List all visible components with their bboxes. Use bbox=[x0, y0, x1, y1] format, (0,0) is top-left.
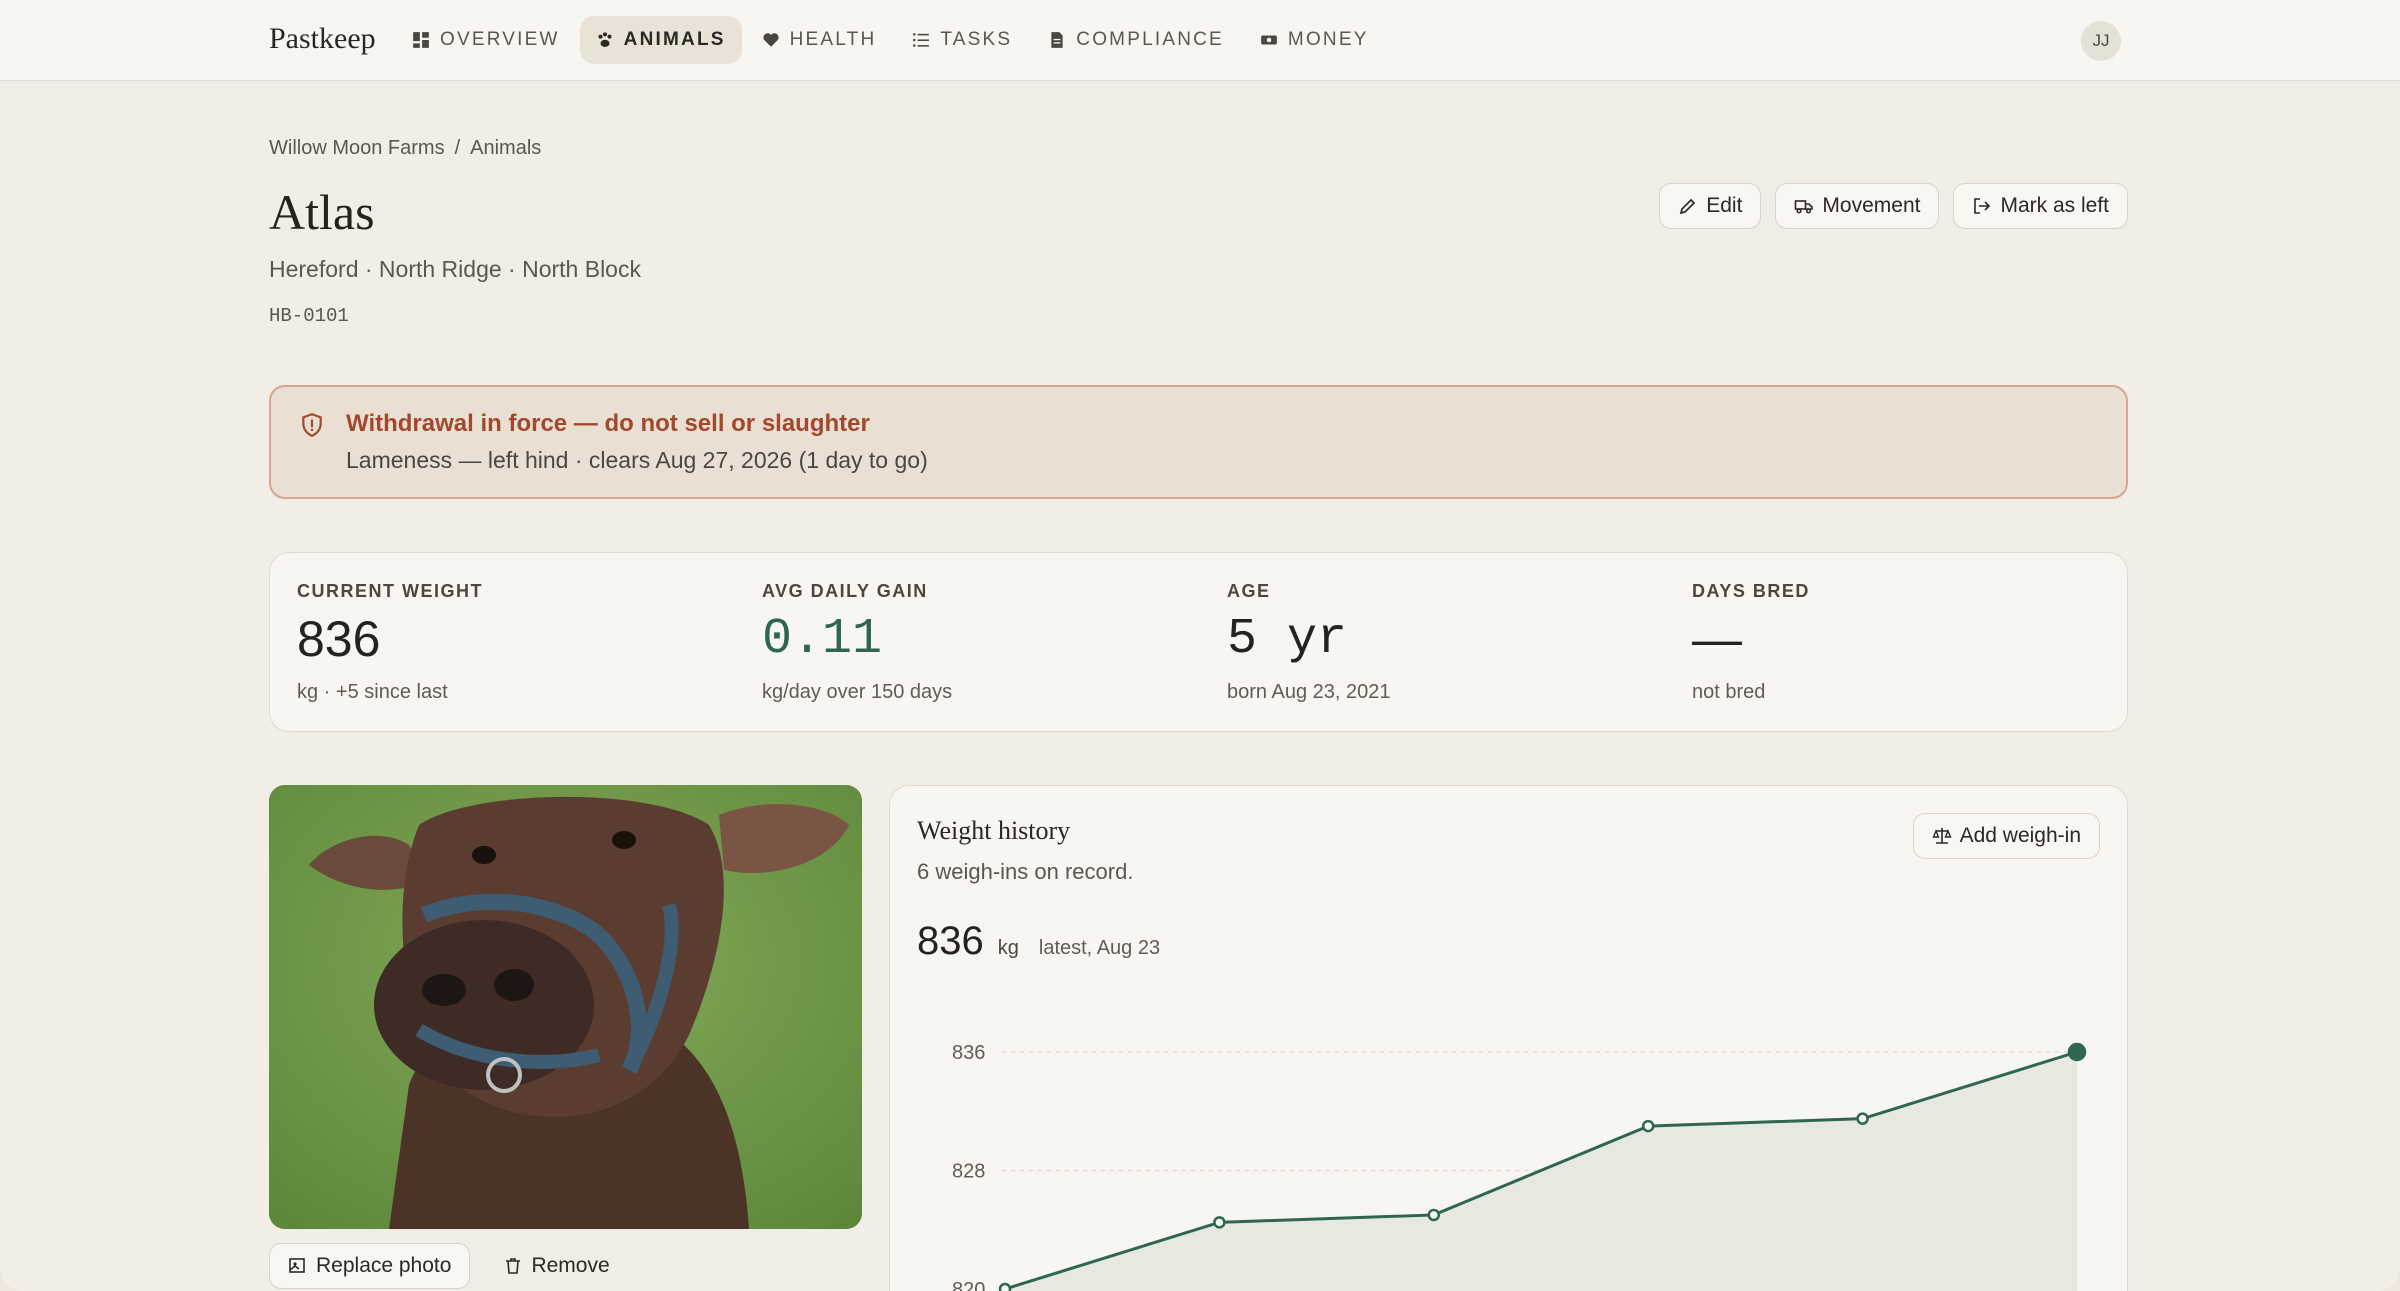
header-actions: Edit Movement Mark as left bbox=[1659, 183, 2128, 229]
document-icon bbox=[1051, 32, 1063, 48]
image-edit-icon bbox=[289, 1258, 305, 1273]
edit-button-label: Edit bbox=[1706, 194, 1743, 217]
nav-item-label: OVERVIEW bbox=[440, 29, 560, 50]
stat-sub: kg/day over 150 days bbox=[762, 681, 953, 703]
stat-label: DAYS BRED bbox=[1692, 581, 1810, 601]
app-frame: Pastkeep OVERVIEW ANIMALS HEALTH TASKS C… bbox=[0, 0, 2400, 1291]
breadcrumb: Willow Moon Farms / Animals bbox=[269, 137, 541, 160]
cash-icon bbox=[1261, 35, 1277, 45]
stat-label: AVG DAILY GAIN bbox=[762, 581, 928, 601]
replace-photo-label: Replace photo bbox=[316, 1254, 452, 1277]
animal-tag-id: HB-0101 bbox=[269, 305, 349, 327]
weight-history-chart: 836 828 820 bbox=[952, 1042, 2087, 1291]
mark-as-left-label: Mark as left bbox=[2000, 194, 2109, 217]
chart-point[interactable] bbox=[1856, 1112, 1869, 1125]
chart-point[interactable] bbox=[2067, 1042, 2087, 1062]
nav-item-animals[interactable]: ANIMALS bbox=[579, 16, 742, 64]
chart-point[interactable] bbox=[998, 1282, 1012, 1291]
nav-item-health[interactable]: HEALTH bbox=[746, 16, 893, 64]
movement-button[interactable]: Movement bbox=[1775, 183, 1940, 229]
nav-item-label: ANIMALS bbox=[623, 29, 726, 50]
stat-sub: kg · +5 since last bbox=[297, 681, 448, 703]
stat-avg-daily-gain: AVG DAILY GAIN 0.11 kg/day over 150 days bbox=[762, 581, 952, 704]
alert-text: Lameness — left hind · clears Aug 27, 20… bbox=[346, 447, 928, 473]
stat-label: AGE bbox=[1227, 581, 1271, 601]
movement-button-label: Movement bbox=[1822, 194, 1921, 217]
stat-current-weight: CURRENT WEIGHT 836 kg · +5 since last bbox=[297, 581, 483, 704]
shield-alert-icon bbox=[302, 413, 322, 438]
remove-photo-label: Remove bbox=[531, 1254, 610, 1277]
stat-value: 5 yr bbox=[1227, 611, 1348, 668]
user-avatar[interactable]: JJ bbox=[2081, 21, 2121, 61]
y-tick-label: 836 bbox=[952, 1042, 985, 1064]
page-title: Atlas bbox=[269, 184, 375, 240]
weight-history-card: Weight history 6 weigh-ins on record. Ad… bbox=[889, 785, 2128, 1291]
replace-photo-button[interactable]: Replace photo bbox=[269, 1243, 471, 1289]
nav-item-label: MONEY bbox=[1287, 29, 1369, 50]
animal-photo bbox=[269, 785, 862, 1229]
nav-item-overview[interactable]: OVERVIEW bbox=[396, 16, 576, 64]
stats-card: CURRENT WEIGHT 836 kg · +5 since last AV… bbox=[269, 552, 2128, 732]
nav-item-label: TASKS bbox=[940, 29, 1013, 50]
nav-item-compliance[interactable]: COMPLIANCE bbox=[1032, 16, 1240, 64]
dashboard-icon bbox=[413, 32, 429, 48]
exit-icon bbox=[1974, 198, 1991, 214]
breadcrumb-animals-link[interactable]: Animals bbox=[470, 137, 541, 160]
cow-photo-illustration bbox=[269, 785, 862, 1229]
withdrawal-alert: Withdrawal in force — do not sell or sla… bbox=[269, 385, 2128, 499]
animal-details: Hereford · North Ridge · North Block bbox=[269, 256, 641, 282]
heart-icon bbox=[763, 33, 779, 47]
pencil-icon bbox=[1680, 198, 1696, 215]
stat-sub: not bred bbox=[1692, 681, 1766, 703]
chart-point[interactable] bbox=[1213, 1216, 1226, 1229]
paw-icon bbox=[598, 32, 612, 47]
mark-as-left-button[interactable]: Mark as left bbox=[1953, 183, 2128, 229]
edit-button[interactable]: Edit bbox=[1659, 183, 1762, 229]
chart-point[interactable] bbox=[1427, 1208, 1441, 1222]
chart-point[interactable] bbox=[1641, 1119, 1655, 1133]
breadcrumb-farm-link[interactable]: Willow Moon Farms bbox=[269, 137, 445, 160]
truck-icon bbox=[1795, 200, 1814, 214]
photo-actions: Replace photo Remove bbox=[269, 1243, 629, 1289]
stat-value: 0.11 bbox=[762, 611, 883, 668]
top-nav: Pastkeep OVERVIEW ANIMALS HEALTH TASKS C… bbox=[0, 0, 2400, 81]
y-tick-label: 820 bbox=[952, 1279, 985, 1291]
trash-icon bbox=[506, 1258, 521, 1274]
list-icon bbox=[913, 33, 930, 47]
stat-label: CURRENT WEIGHT bbox=[297, 581, 483, 601]
stat-sub: born Aug 23, 2021 bbox=[1227, 681, 1391, 703]
nav-item-tasks[interactable]: TASKS bbox=[896, 16, 1028, 64]
stat-value: 836 bbox=[297, 611, 381, 667]
nav-item-label: HEALTH bbox=[789, 29, 877, 50]
breadcrumb-separator: / bbox=[454, 137, 461, 159]
nav-item-label: COMPLIANCE bbox=[1076, 29, 1224, 50]
remove-photo-button[interactable]: Remove bbox=[484, 1243, 628, 1289]
y-tick-label: 828 bbox=[952, 1161, 985, 1183]
brand-logo[interactable]: Pastkeep bbox=[269, 22, 376, 56]
stat-age: AGE 5 yr born Aug 23, 2021 bbox=[1227, 581, 1390, 704]
nav-items: OVERVIEW ANIMALS HEALTH TASKS COMPLIANCE… bbox=[396, 16, 1385, 64]
stat-value: — bbox=[1692, 611, 1742, 667]
nav-item-money[interactable]: MONEY bbox=[1244, 16, 1385, 64]
stat-days-bred: DAYS BRED — not bred bbox=[1692, 581, 1810, 704]
alert-title: Withdrawal in force — do not sell or sla… bbox=[346, 410, 870, 437]
